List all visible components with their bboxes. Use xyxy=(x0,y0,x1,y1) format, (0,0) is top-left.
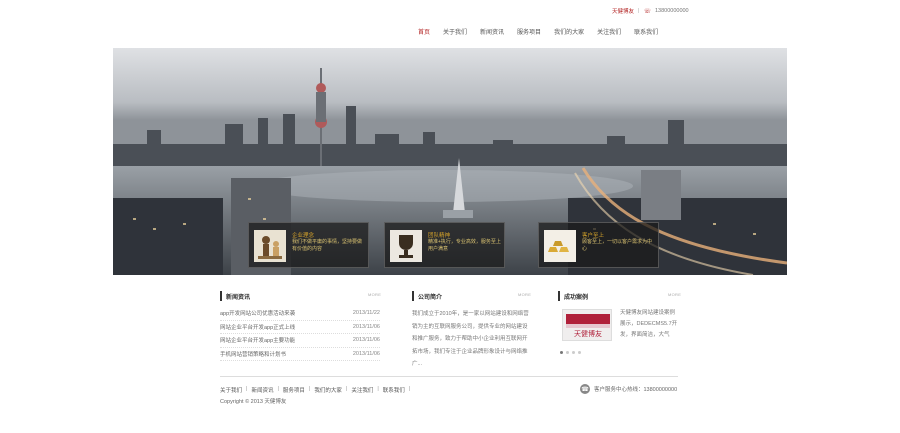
feature-title-1: 企业理念 xyxy=(292,233,315,239)
news-item-title: 网站企业平台开发app正式上线 xyxy=(220,324,296,331)
news-item-title: app开发网站公司优惠活动来袭 xyxy=(220,311,296,318)
slider-dot[interactable] xyxy=(572,351,575,354)
list-item[interactable]: 网站企业平台开发app主要功能 2013/11/06 xyxy=(220,334,380,348)
top-bar: 天健博友 | ☏ 13800000000 xyxy=(612,6,692,16)
gold-bars-icon xyxy=(544,230,576,262)
news-list: app开发网站公司优惠活动来袭 2013/11/22 网站企业平台开发app正式上… xyxy=(220,307,380,362)
case-description: 天健博友网站建设案例展示，DEDECMS5.7开发，界面简洁，大气 xyxy=(620,310,678,338)
copyright-text: Copyright © 2013 天健博友 xyxy=(220,399,287,405)
feature-title-3: 客户至上 xyxy=(582,233,605,239)
nav-services[interactable]: 服务项目 xyxy=(517,27,541,36)
footer-link-news[interactable]: 新闻资讯 xyxy=(251,386,273,394)
about-more-link[interactable]: MORE xyxy=(518,292,531,297)
case-thumbnail[interactable]: 天健博友 xyxy=(562,309,612,341)
feature-card-2[interactable]: 团队精神 精准+执行，专业高效，服务至上用户满意 xyxy=(384,222,505,268)
about-text: 我们成立于2010年，是一家以网站建设和网络营销为主的互联网服务公司，提供专业的… xyxy=(412,311,529,367)
cases-section: 成功案例 MORE 天健博友 天健博友网站建设案例展示，DEDECMS5.7开发… xyxy=(558,291,681,354)
slider-dot[interactable] xyxy=(560,351,563,354)
list-item[interactable]: app开发网站公司优惠活动来袭 2013/11/22 xyxy=(220,307,380,321)
top-separator: | xyxy=(638,8,640,14)
nav-contact[interactable]: 联系我们 xyxy=(634,27,658,36)
news-item-date: 2013/11/06 xyxy=(352,323,380,330)
hotline: ☎ 客户服务中心热线：13800000000 xyxy=(580,384,677,394)
footer-link-services[interactable]: 服务项目 xyxy=(283,386,305,394)
feature-title-2: 团队精神 xyxy=(428,233,451,239)
news-item-date: 2013/11/06 xyxy=(352,351,380,358)
feature-desc-1: 我们不做平庸的事情，坚持要做有价值的内容 xyxy=(292,239,363,252)
hotline-text: 客户服务中心热线：13800000000 xyxy=(594,387,678,393)
feature-card-1[interactable]: 企业理念 我们不做平庸的事情，坚持要做有价值的内容 xyxy=(248,222,369,268)
feature-card-3[interactable]: 客户至上 顾客至上，一切以客户需求为中心 xyxy=(538,222,659,268)
news-item-title: 网站企业平台开发app主要功能 xyxy=(220,338,296,345)
slider-dot[interactable] xyxy=(566,351,569,354)
cases-more-link[interactable]: MORE xyxy=(668,292,681,297)
case-slider-dots xyxy=(560,351,581,354)
footer-link-team[interactable]: 我们的大家 xyxy=(314,386,342,394)
nav-about[interactable]: 关于我们 xyxy=(443,27,467,36)
case-logo-image: 天健博友 xyxy=(566,314,610,338)
feature-desc-2: 精准+执行，专业高效，服务至上用户满意 xyxy=(428,239,501,252)
list-item[interactable]: 网站企业平台开发app正式上线 2013/11/06 xyxy=(220,321,380,335)
about-title: 公司简介 xyxy=(412,291,532,301)
footer-link-follow[interactable]: 关注我们 xyxy=(351,386,373,394)
nav-team[interactable]: 我们的大家 xyxy=(554,27,584,36)
cases-title: 成功案例 xyxy=(558,291,680,301)
news-item-date: 2013/11/22 xyxy=(352,310,380,317)
slider-dot[interactable] xyxy=(578,351,581,354)
feature-desc-3: 顾客至上，一切以客户需求为中心 xyxy=(582,239,653,252)
top-brand-link[interactable]: 天健博友 xyxy=(612,7,634,15)
phone-circle-icon: ☎ xyxy=(580,384,590,394)
footer-divider xyxy=(220,376,678,377)
news-more-link[interactable]: MORE xyxy=(368,292,381,297)
nav-home[interactable]: 首页 xyxy=(418,27,430,36)
news-title: 新闻资讯 xyxy=(220,291,380,301)
case-logo-text: 天健博友 xyxy=(574,329,602,338)
phone-icon: ☏ xyxy=(643,8,651,15)
top-phone: 13800000000 xyxy=(654,8,689,14)
news-item-date: 2013/11/06 xyxy=(352,337,380,344)
footer-link-about[interactable]: 关于我们 xyxy=(220,386,242,394)
main-nav: 首页 关于我们 新闻资讯 服务项目 我们的大家 关注我们 联系我们 xyxy=(418,27,658,36)
trophy-icon xyxy=(390,230,422,262)
chess-icon xyxy=(254,230,286,262)
nav-news[interactable]: 新闻资讯 xyxy=(480,27,504,36)
footer-link-contact[interactable]: 联系我们 xyxy=(383,386,405,394)
news-section: 新闻资讯 MORE app开发网站公司优惠活动来袭 2013/11/22 网站企业… xyxy=(220,291,381,362)
hero-banner: 企业理念 我们不做平庸的事情，坚持要做有价值的内容 团队精神 精准+执行，专业高… xyxy=(113,48,787,275)
nav-follow[interactable]: 关注我们 xyxy=(597,27,621,36)
list-item[interactable]: 手机网站营销策略和计划书 2013/11/06 xyxy=(220,348,380,362)
footer-links: 关于我们 | 新闻资讯 | 服务项目 | 我们的大家 | 关注我们 | 联系我们 | xyxy=(220,386,411,394)
news-item-title: 手机网站营销策略和计划书 xyxy=(220,352,287,359)
about-section: 公司简介 MORE 我们成立于2010年，是一家以网站建设和网络营销为主的互联网… xyxy=(412,291,532,371)
